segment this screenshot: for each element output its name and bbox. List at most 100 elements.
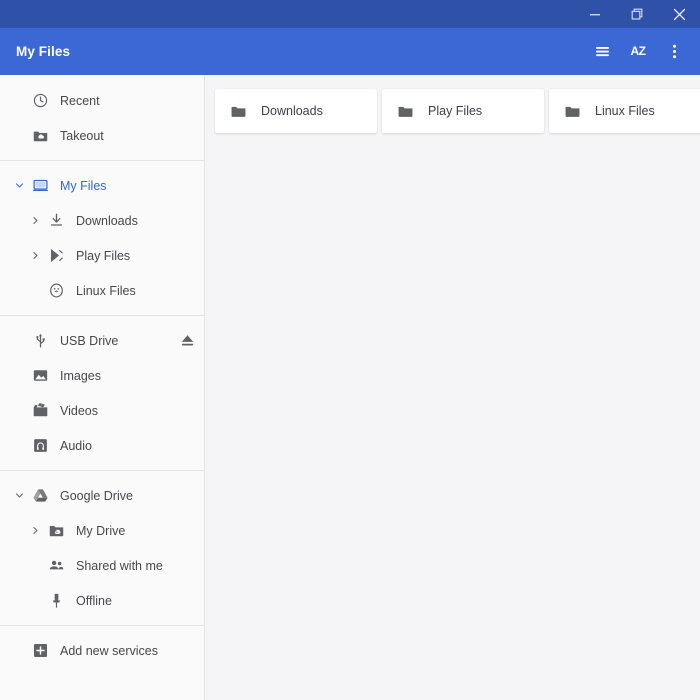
pin-icon [46,592,66,609]
folder-card-linux-files[interactable]: Linux Files [549,89,700,133]
sidebar-item-usb-drive[interactable]: USB Drive [0,323,204,358]
restore-icon [631,8,644,21]
list-view-button[interactable] [584,32,620,72]
folder-card-label: Downloads [261,104,323,118]
sidebar-item-my-files[interactable]: My Files [0,168,204,203]
usb-icon [30,332,50,349]
sidebar-item-images[interactable]: Images [0,358,204,393]
my-drive-icon [46,522,66,539]
audio-icon [32,437,49,454]
sidebar-item-label: Audio [60,439,92,453]
window-close-button[interactable] [658,0,700,28]
sidebar-item-audio[interactable]: Audio [0,428,204,463]
sidebar-item-label: Offline [76,594,112,608]
sidebar-item-google-drive[interactable]: Google Drive [0,478,204,513]
sidebar-item-my-drive[interactable]: My Drive [0,513,204,548]
folder-icon [230,103,247,120]
file-list-area: Downloads Play Files Linux Files [205,75,700,700]
minimize-icon [589,8,601,20]
app-body: Recent Takeout My Files Downloads Play F… [0,75,700,700]
sidebar-item-linux-files[interactable]: Linux Files [0,273,204,308]
sidebar-item-offline[interactable]: Offline [0,583,204,618]
download-icon [48,212,65,229]
sidebar-item-label: Images [60,369,101,383]
chevron-down-icon[interactable] [8,490,30,501]
chevron-right-icon[interactable] [24,525,46,536]
folder-icon [564,103,581,120]
folder-card-label: Play Files [428,104,482,118]
video-icon [32,402,49,419]
sidebar-item-label: Takeout [60,129,104,143]
video-icon [30,402,50,419]
penguin-icon [46,282,66,299]
chevron-down-icon [14,490,25,501]
window-restore-button[interactable] [616,0,658,28]
takeout-icon [30,127,50,144]
window-titlebar [0,0,700,28]
sidebar-item-label: Videos [60,404,98,418]
play-icon [48,247,65,264]
sidebar-item-recent[interactable]: Recent [0,83,204,118]
sidebar-divider [0,160,204,161]
sidebar-item-add-new-services[interactable]: Add new services [0,633,204,668]
window-minimize-button[interactable] [574,0,616,28]
clock-icon [30,92,50,109]
header-actions: AZ [584,32,700,72]
eject-icon [179,332,196,349]
folder-card-play-files[interactable]: Play Files [382,89,544,133]
more-vertical-icon [672,43,677,60]
sort-az-button[interactable]: AZ [620,32,656,72]
pin-icon [48,592,65,609]
close-icon [673,8,686,21]
folder-icon [229,103,247,120]
image-icon [32,367,49,384]
sidebar-item-label: My Files [60,179,107,193]
chevron-down-icon[interactable] [8,180,30,191]
chevron-right-icon[interactable] [24,250,46,261]
penguin-icon [48,282,65,299]
download-icon [46,212,66,229]
sidebar-item-label: Play Files [76,249,130,263]
people-icon [48,557,65,574]
sidebar-item-label: Linux Files [76,284,136,298]
sidebar-item-label: USB Drive [60,334,118,348]
my-drive-icon [48,522,65,539]
sidebar-item-videos[interactable]: Videos [0,393,204,428]
sidebar-divider [0,470,204,471]
hamburger-icon [594,43,611,60]
sidebar-divider [0,625,204,626]
app-header: My Files AZ [0,28,700,75]
clock-icon [32,92,49,109]
usb-icon [32,332,49,349]
sidebar-item-takeout[interactable]: Takeout [0,118,204,153]
more-options-button[interactable] [656,32,692,72]
eject-icon[interactable] [178,332,196,349]
chevron-right-icon [30,525,41,536]
sort-az-label: AZ [631,44,646,58]
folder-card-row: Downloads Play Files Linux Files [215,89,700,133]
audio-icon [30,437,50,454]
sidebar-item-downloads[interactable]: Downloads [0,203,204,238]
sidebar-item-label: Shared with me [76,559,163,573]
sidebar-item-shared-with-me[interactable]: Shared with me [0,548,204,583]
add-square-icon [30,642,50,659]
files-app-window: My Files AZ [0,0,700,700]
image-icon [30,367,50,384]
play-icon [46,247,66,264]
sidebar-divider [0,315,204,316]
computer-icon [30,177,50,194]
folder-card-label: Linux Files [595,104,655,118]
people-icon [46,557,66,574]
sidebar: Recent Takeout My Files Downloads Play F… [0,75,205,700]
chevron-right-icon [30,250,41,261]
drive-icon [30,487,50,504]
page-title: My Files [16,44,70,59]
chevron-right-icon[interactable] [24,215,46,226]
folder-icon [397,103,414,120]
folder-icon [396,103,414,120]
sidebar-item-label: Recent [60,94,100,108]
chevron-right-icon [30,215,41,226]
add-square-icon [32,642,49,659]
sidebar-item-play-files[interactable]: Play Files [0,238,204,273]
folder-card-downloads[interactable]: Downloads [215,89,377,133]
